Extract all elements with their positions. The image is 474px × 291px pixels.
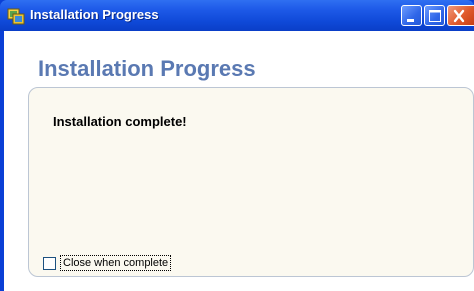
close-icon	[453, 9, 465, 23]
progress-panel: Installation complete! Close when comple…	[28, 87, 474, 277]
maximize-button[interactable]	[424, 5, 445, 26]
maximize-icon	[429, 10, 441, 22]
installer-icon	[7, 7, 25, 25]
title-bar[interactable]: Installation Progress	[0, 0, 474, 31]
close-when-complete-checkbox[interactable]	[43, 257, 56, 270]
window-title: Installation Progress	[30, 7, 159, 22]
minimize-button[interactable]	[401, 5, 422, 26]
close-button[interactable]	[447, 5, 474, 26]
minimize-icon	[407, 19, 414, 22]
installation-progress-window: Installation Progress Installation Progr…	[0, 0, 474, 291]
window-client-area: Installation Progress Installation compl…	[4, 31, 474, 291]
close-when-complete-label[interactable]: Close when complete	[60, 255, 172, 271]
page-title: Installation Progress	[38, 56, 256, 81]
status-message: Installation complete!	[53, 114, 187, 129]
